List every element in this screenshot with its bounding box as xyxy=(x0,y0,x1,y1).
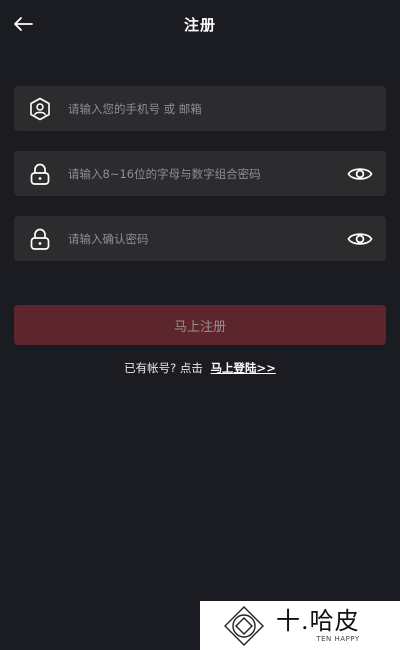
eye-icon xyxy=(347,232,373,245)
eye-icon xyxy=(347,167,373,180)
register-button[interactable]: 马上注册 xyxy=(14,305,386,345)
watermark-main: 十.哈皮 xyxy=(276,606,360,635)
confirm-password-field[interactable] xyxy=(14,216,386,261)
account-input[interactable] xyxy=(68,86,386,131)
toggle-confirm-visibility-button[interactable] xyxy=(346,225,374,253)
login-prompt-text: 已有帐号? 点击 xyxy=(124,361,203,375)
confirm-password-input[interactable] xyxy=(68,216,346,261)
watermark-logo-icon xyxy=(222,604,266,648)
login-link[interactable]: 马上登陆>> xyxy=(211,361,276,375)
account-field[interactable] xyxy=(14,86,386,131)
user-shield-icon xyxy=(27,96,53,122)
password-field[interactable] xyxy=(14,151,386,196)
password-input[interactable] xyxy=(68,151,346,196)
watermark-sub: TEN HAPPY xyxy=(316,634,360,643)
page-title: 注册 xyxy=(183,16,216,34)
lock-icon xyxy=(27,226,53,252)
header: 注册 xyxy=(0,0,400,48)
lock-icon xyxy=(27,161,53,187)
login-prompt: 已有帐号? 点击 马上登陆>> xyxy=(0,360,400,376)
toggle-password-visibility-button[interactable] xyxy=(346,160,374,188)
watermark: 十.哈皮 TEN HAPPY xyxy=(200,601,400,650)
watermark-text: 十.哈皮 TEN HAPPY xyxy=(276,608,360,644)
